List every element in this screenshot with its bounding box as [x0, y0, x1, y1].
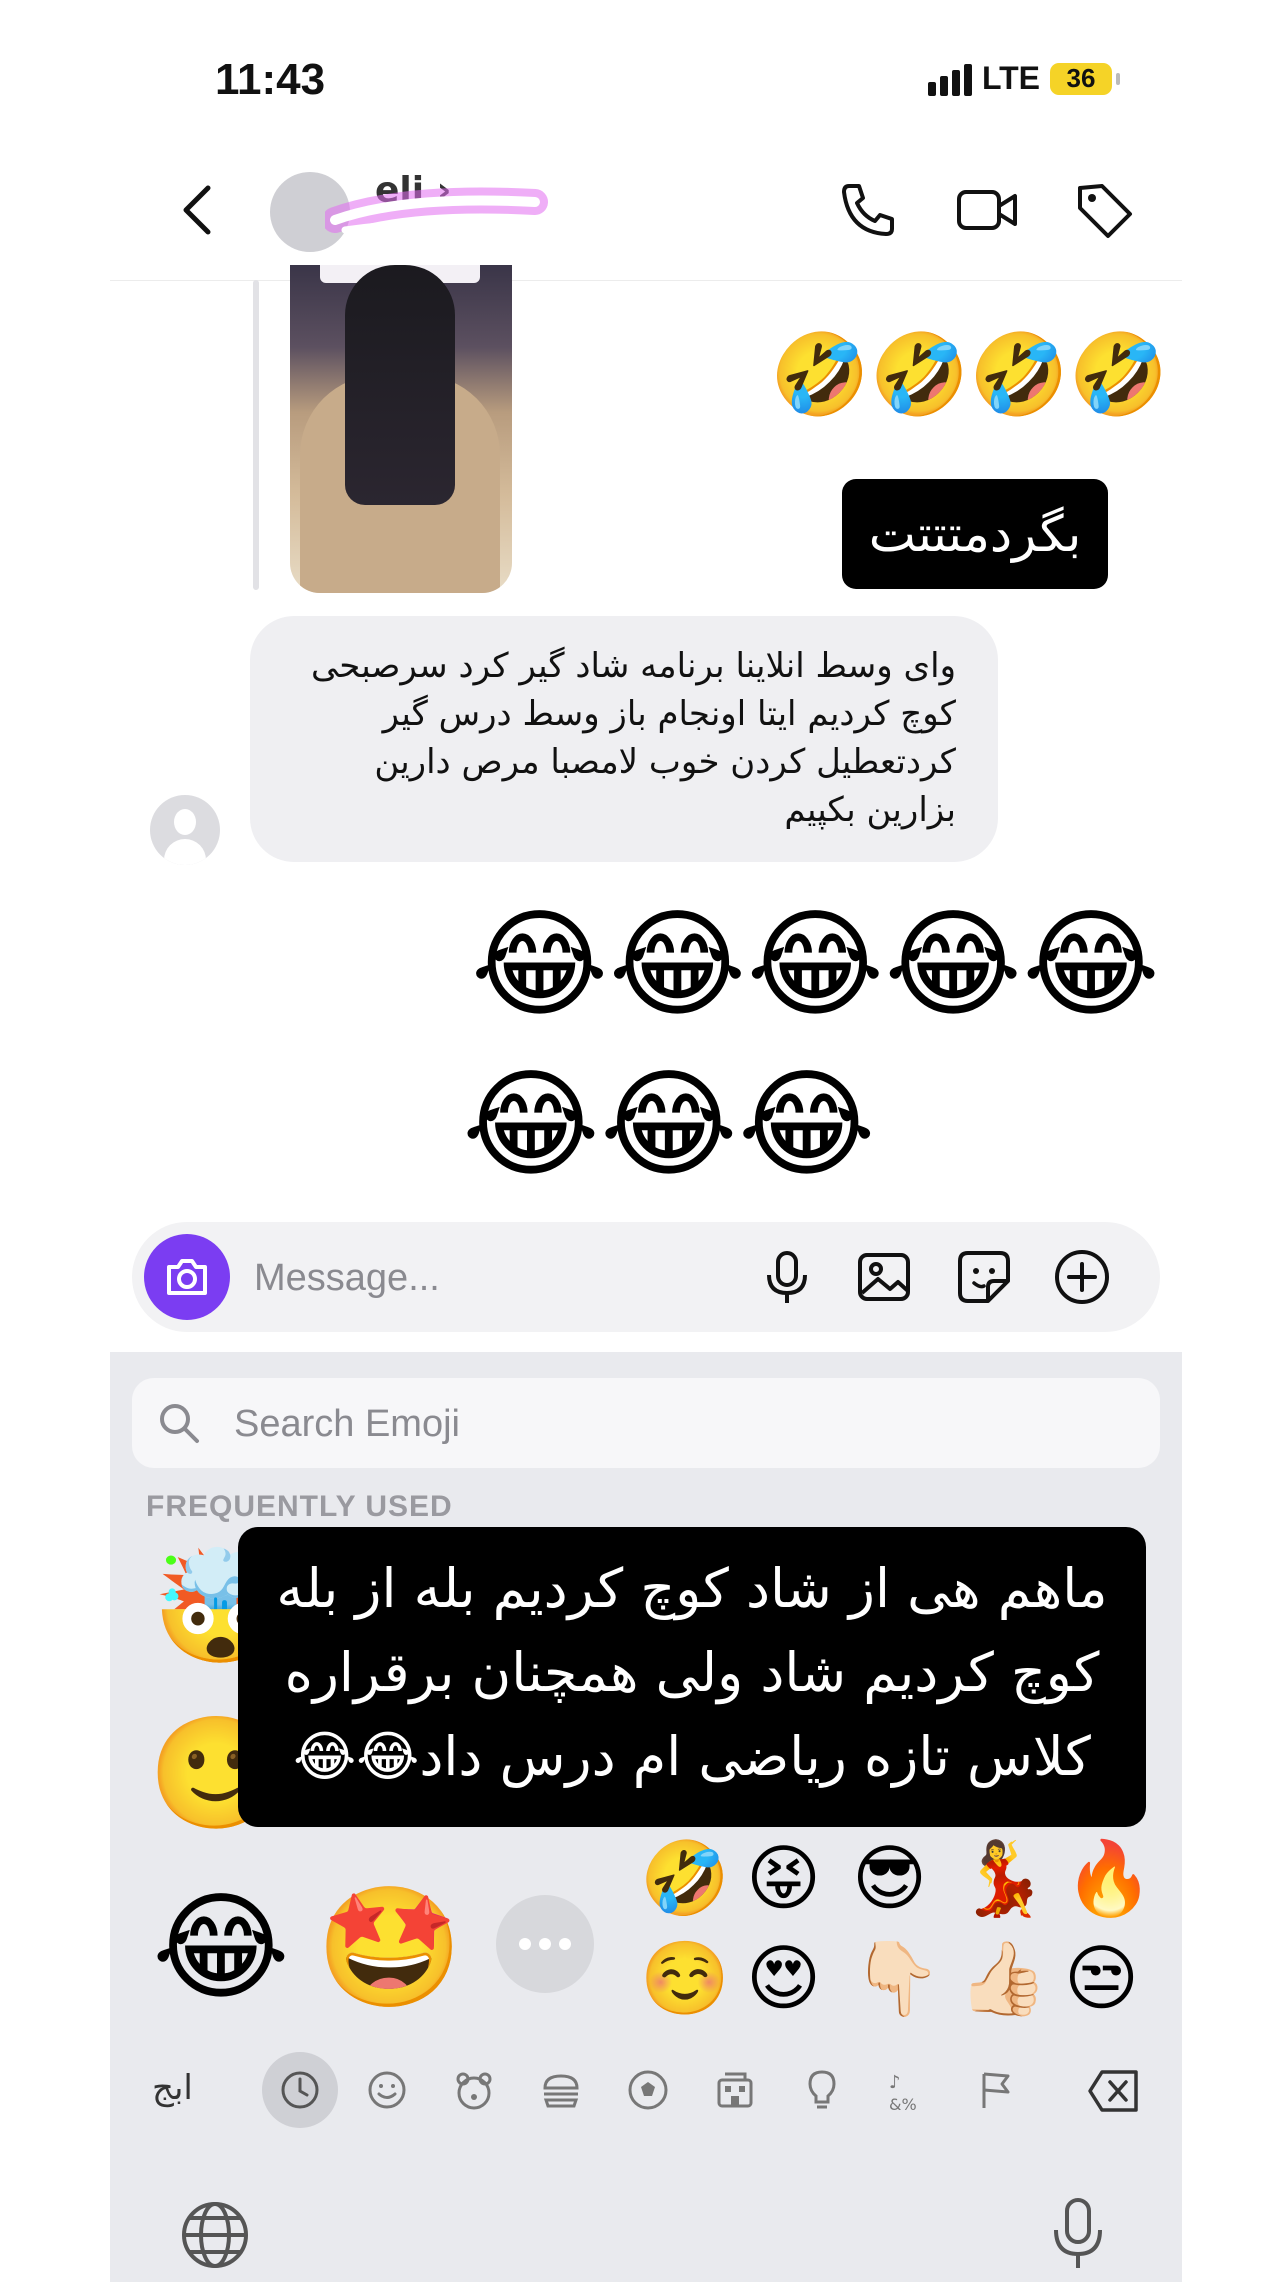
overlay-line: کلاس تازه ریاضی ام درس داد😂😂: [293, 1725, 1091, 1788]
emoji-glyph: 👇🏻: [852, 1936, 942, 2020]
message-line: کوچ کردیم ایتا اونجام باز وسط درس گیر: [382, 694, 956, 734]
emoji-key[interactable]: 😎: [852, 1842, 927, 1914]
chat-header: eli ›: [110, 140, 1182, 281]
sticker-text-message[interactable]: بگردمتتتت: [842, 479, 1108, 589]
network-label: LTE: [981, 60, 1040, 96]
building-icon[interactable]: [711, 2066, 759, 2114]
story-reply-thumbnail[interactable]: [290, 265, 512, 593]
sticker-icon[interactable]: [954, 1247, 1014, 1307]
emoji-key[interactable]: 😒: [1064, 1942, 1139, 2014]
emoji-key[interactable]: 💃: [958, 1842, 1048, 1914]
dictation-microphone-icon[interactable]: [1050, 2196, 1106, 2272]
tag-icon[interactable]: [1072, 178, 1136, 242]
emoji-key[interactable]: 😍: [746, 1942, 821, 2014]
svg-text:&%: &%: [889, 2095, 917, 2114]
lightbulb-icon[interactable]: [798, 2066, 846, 2114]
camera-icon: [167, 1259, 207, 1295]
svg-text:♪: ♪: [889, 2072, 901, 2093]
emoji-glyph: 😍: [746, 1936, 822, 2020]
emoji-glyph: 😎: [852, 1836, 928, 1920]
emoji-key[interactable]: 🔥: [1064, 1842, 1154, 1914]
memoji-glyph: 😂: [152, 1878, 290, 2016]
video-camera-icon[interactable]: [955, 178, 1019, 242]
emoji-glyph: 😝: [746, 1836, 822, 1920]
message-input[interactable]: [252, 1244, 716, 1312]
reply-emojis: 🤣🤣🤣🤣: [770, 328, 1169, 421]
emoji-glyph: 💃: [958, 1836, 1048, 1920]
phone-screen: 11:43 LTE 36 eli › 🤣🤣🤣🤣 بگردمتتتت وای وس…: [110, 0, 1182, 2282]
symbols-icon[interactable]: ♪ &%: [885, 2066, 933, 2114]
overlay-line: ماهم هی از شاد کوچ کردیم بله از بله: [276, 1557, 1108, 1620]
message-line: بزارین بکپیم: [784, 790, 956, 830]
abc-switch[interactable]: ابج: [152, 2068, 193, 2108]
section-label: FREQUENTLY USED: [146, 1490, 453, 1523]
laugh-emoji-message-2[interactable]: 😂😂😂: [462, 1065, 876, 1183]
emoji-search-input[interactable]: [232, 1396, 1116, 1452]
globe-icon[interactable]: [180, 2200, 250, 2270]
overlay-line: کوچ کردیم شاد ولی همچنان برقراره: [284, 1641, 1100, 1704]
battery-level: 36: [1066, 63, 1096, 93]
avatar-body: [164, 839, 206, 865]
emoji-glyph: 🤣: [640, 1836, 730, 1920]
emoji-category-bar: ابج ♪ &%: [110, 2052, 1182, 2128]
sticker-text: بگردمتتتت: [868, 505, 1082, 563]
plus-circle-icon[interactable]: [1052, 1247, 1112, 1307]
emoji-glyph: 😒: [1064, 1936, 1140, 2020]
signal-icon: [927, 62, 972, 96]
memoji-glyph: 🤩: [316, 1878, 463, 2016]
emoji-key[interactable]: 👍🏻: [958, 1942, 1048, 2014]
sender-avatar[interactable]: [150, 795, 220, 865]
smiley-icon[interactable]: [363, 2066, 411, 2114]
memoji-sticker[interactable]: 😂: [152, 1888, 290, 2006]
bear-icon[interactable]: [450, 2066, 498, 2114]
status-indicators: LTE 36: [927, 60, 1120, 97]
contact-name-text: eli: [375, 170, 425, 211]
memoji-sticker[interactable]: 🤩: [316, 1888, 463, 2006]
emoji-glyph: ☺️: [640, 1936, 730, 2020]
emoji-key[interactable]: 🤣: [640, 1842, 730, 1914]
contact-avatar[interactable]: [270, 172, 350, 252]
laugh-emojis: 😂😂😂: [462, 1055, 876, 1193]
reply-emoji-message[interactable]: 🤣🤣🤣🤣: [770, 335, 1168, 415]
phone-icon[interactable]: [835, 178, 899, 242]
chevron-left-icon[interactable]: [170, 180, 230, 240]
flag-icon[interactable]: [972, 2066, 1020, 2114]
delete-icon[interactable]: [1086, 2066, 1142, 2116]
message-line: وای وسط انلاینا برنامه شاد گیر کرد سرصبح…: [310, 646, 956, 686]
emoji-search-field[interactable]: [132, 1378, 1160, 1468]
story-text-overlay: ماهم هی از شاد کوچ کردیم بله از بله کوچ …: [238, 1527, 1146, 1827]
more-stickers-button[interactable]: [496, 1895, 594, 1993]
emoji-key[interactable]: ☺️: [640, 1942, 730, 2014]
avatar-head: [174, 809, 196, 835]
search-icon: [160, 1404, 199, 1443]
contact-name[interactable]: eli ›: [375, 170, 451, 211]
incoming-message-bubble[interactable]: وای وسط انلاینا برنامه شاد گیر کرد سرصبح…: [250, 616, 998, 862]
emoji-key[interactable]: 😝: [746, 1842, 821, 1914]
camera-button[interactable]: [144, 1234, 230, 1320]
message-composer: [132, 1222, 1160, 1332]
image-icon[interactable]: [854, 1247, 914, 1307]
battery-indicator: 36: [1050, 62, 1120, 95]
laugh-emojis: 😂😂😂😂😂: [470, 895, 1160, 1033]
soccer-ball-icon[interactable]: [624, 2066, 672, 2114]
clock-icon: [281, 2071, 319, 2109]
emoji-glyph: 👍🏻: [958, 1936, 1048, 2020]
laugh-emoji-message-1[interactable]: 😂😂😂😂😂: [471, 905, 1160, 1023]
status-time: 11:43: [215, 55, 326, 104]
emoji-glyph: 🔥: [1064, 1836, 1154, 1920]
emoji-key[interactable]: 👇🏻: [852, 1942, 942, 2014]
story-image-person: [345, 265, 455, 505]
message-line: کردتعطیل کردن خوب لامصبا مرص دارین: [374, 742, 956, 782]
microphone-icon[interactable]: [757, 1247, 817, 1307]
burger-icon[interactable]: [537, 2066, 585, 2114]
reply-indicator: [253, 280, 259, 590]
